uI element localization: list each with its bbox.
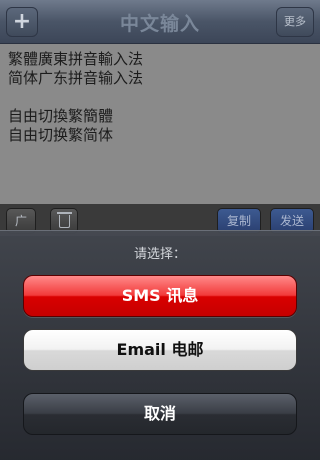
trash-icon <box>57 212 72 214</box>
text-line: 简体广东拼音输入法 <box>8 69 144 87</box>
text-line: 自由切換繁簡體 <box>8 107 114 125</box>
action-sheet-title: 请选择： <box>133 247 186 262</box>
more-button[interactable]: 更多 <box>276 7 314 37</box>
trash-can-body <box>59 215 70 228</box>
page-title: 中文输入 <box>119 13 200 35</box>
text-line: 繁體廣東拼音輸入法 <box>8 50 144 68</box>
navigation-bar: + 中文输入 更多 <box>0 0 320 44</box>
cancel-button[interactable]: 取消 <box>23 393 297 435</box>
sms-button[interactable]: SMS 讯息 <box>23 275 297 317</box>
text-line: 自由切换繁简体 <box>8 126 114 144</box>
email-button[interactable]: Email 电邮 <box>23 329 297 371</box>
text-editor[interactable]: 繁體廣東拼音輸入法 简体广东拼音输入法 自由切換繁簡體 自由切换繁简体 <box>0 44 320 204</box>
